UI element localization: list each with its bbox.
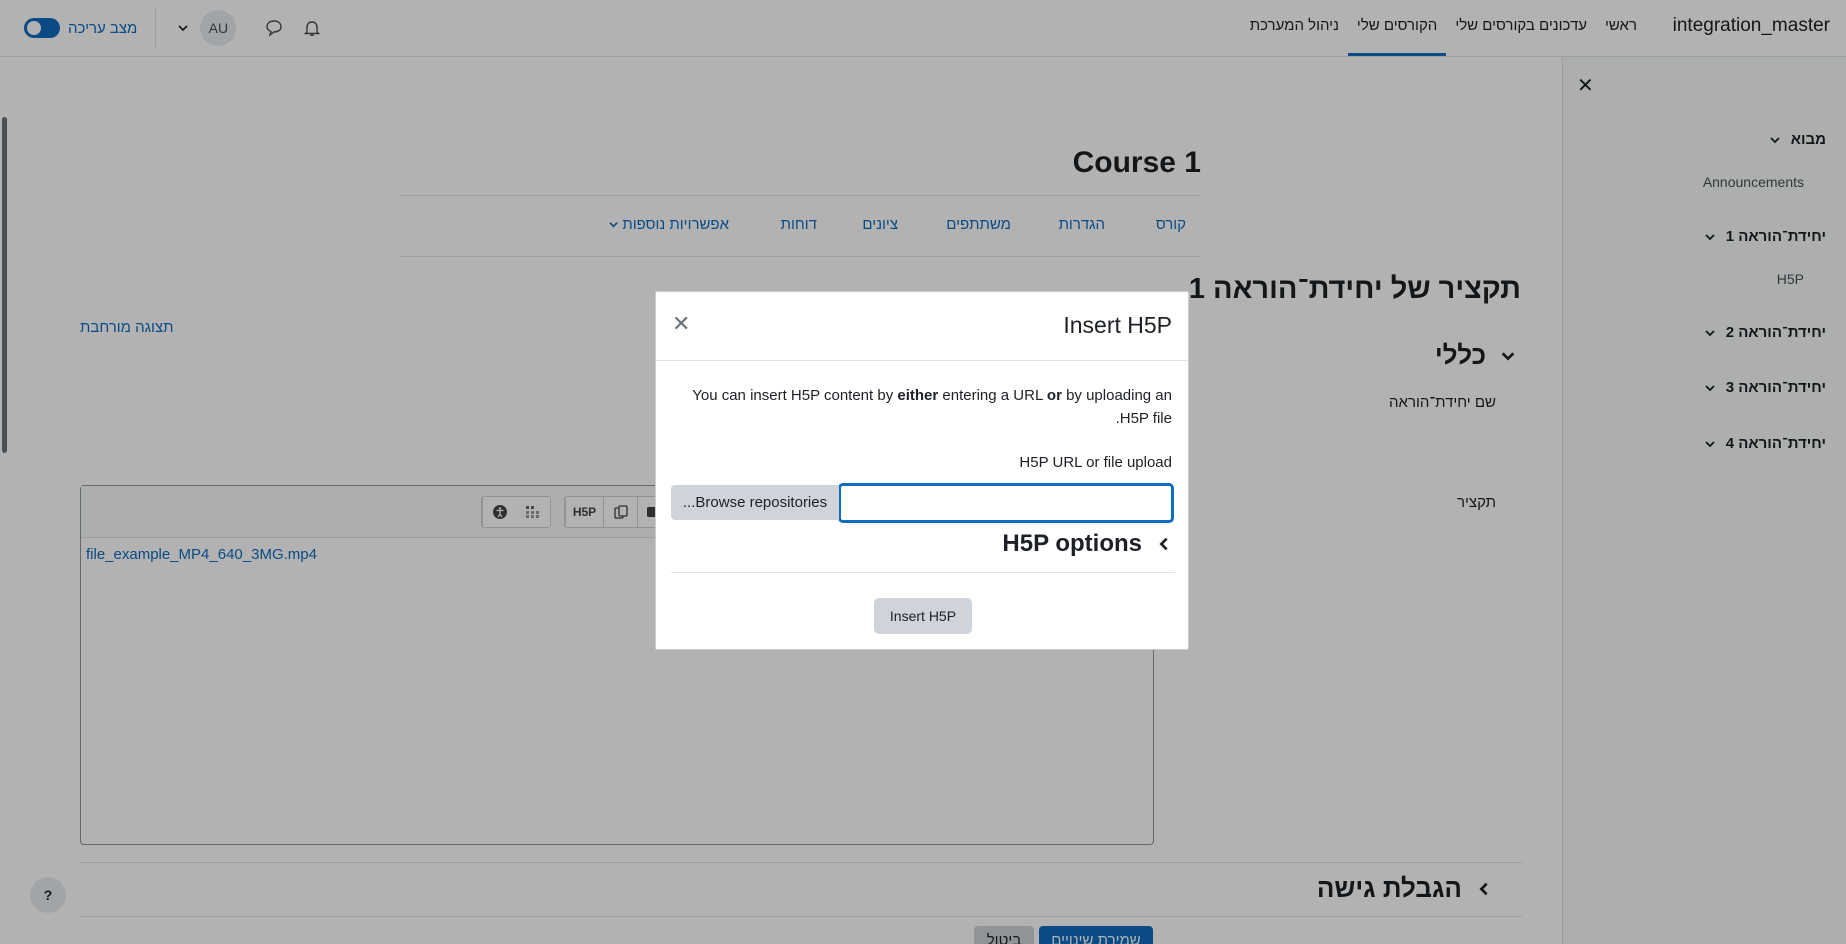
h5p-url-input[interactable] xyxy=(838,483,1174,523)
h5p-url-label: H5P URL or file upload xyxy=(1019,454,1172,471)
browse-repositories-button[interactable]: Browse repositories... xyxy=(671,485,839,520)
options-divider xyxy=(671,572,1175,573)
close-icon[interactable]: ✕ xyxy=(672,312,690,336)
insert-h5p-button[interactable]: Insert H5P xyxy=(874,598,972,634)
desc-text-3: by uploading an H5P file. xyxy=(1061,387,1172,427)
modal-title: Insert H5P xyxy=(1063,312,1172,338)
h5p-options-toggle[interactable]: H5P options xyxy=(1002,530,1172,558)
insert-h5p-dialog: Insert H5P ✕ You can insert H5P content … xyxy=(655,291,1189,650)
desc-bold-or: or xyxy=(1046,387,1062,404)
h5p-options-title: H5P options xyxy=(1002,530,1142,557)
chevron-left-icon xyxy=(1159,537,1168,551)
desc-bold-either: either xyxy=(897,387,939,404)
desc-text-2: entering a URL xyxy=(938,387,1047,404)
modal-header: Insert H5P ✕ xyxy=(656,292,1188,361)
desc-text-1: You can insert H5P content by xyxy=(692,387,898,404)
modal-description: You can insert H5P content by either ent… xyxy=(672,384,1172,430)
